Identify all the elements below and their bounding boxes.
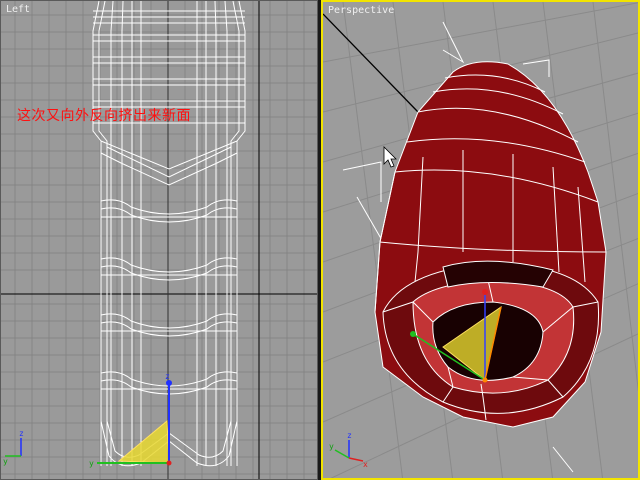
tripod-z-label: z <box>19 429 24 438</box>
tripod-y-label: y <box>329 442 334 451</box>
tripod-y-label: y <box>3 457 8 466</box>
perspective-viewport[interactable]: Perspective z y x <box>321 0 640 480</box>
mesh-body[interactable] <box>374 61 607 428</box>
viewport-label-perspective[interactable]: Perspective <box>328 5 394 16</box>
gizmo-z-label: z <box>165 372 170 381</box>
axis-tripod-perspective: z y x <box>329 431 368 469</box>
viewport-label-left[interactable]: Left <box>6 4 30 15</box>
mouse-cursor-icon <box>383 146 397 168</box>
tripod-z-label: z <box>347 431 352 440</box>
left-viewport[interactable]: Left 这次又向外反向挤出来新面 z y z y <box>0 0 318 480</box>
perspective-viewport-canvas: z y x <box>323 2 638 478</box>
left-viewport-canvas: z y z y <box>1 1 317 479</box>
annotation-text: 这次又向外反向挤出来新面 <box>17 108 191 124</box>
axis-tripod-left: z y <box>3 429 24 466</box>
tripod-x-label: x <box>363 460 368 469</box>
grid <box>1 1 317 479</box>
gizmo-y-label: y <box>89 459 94 468</box>
